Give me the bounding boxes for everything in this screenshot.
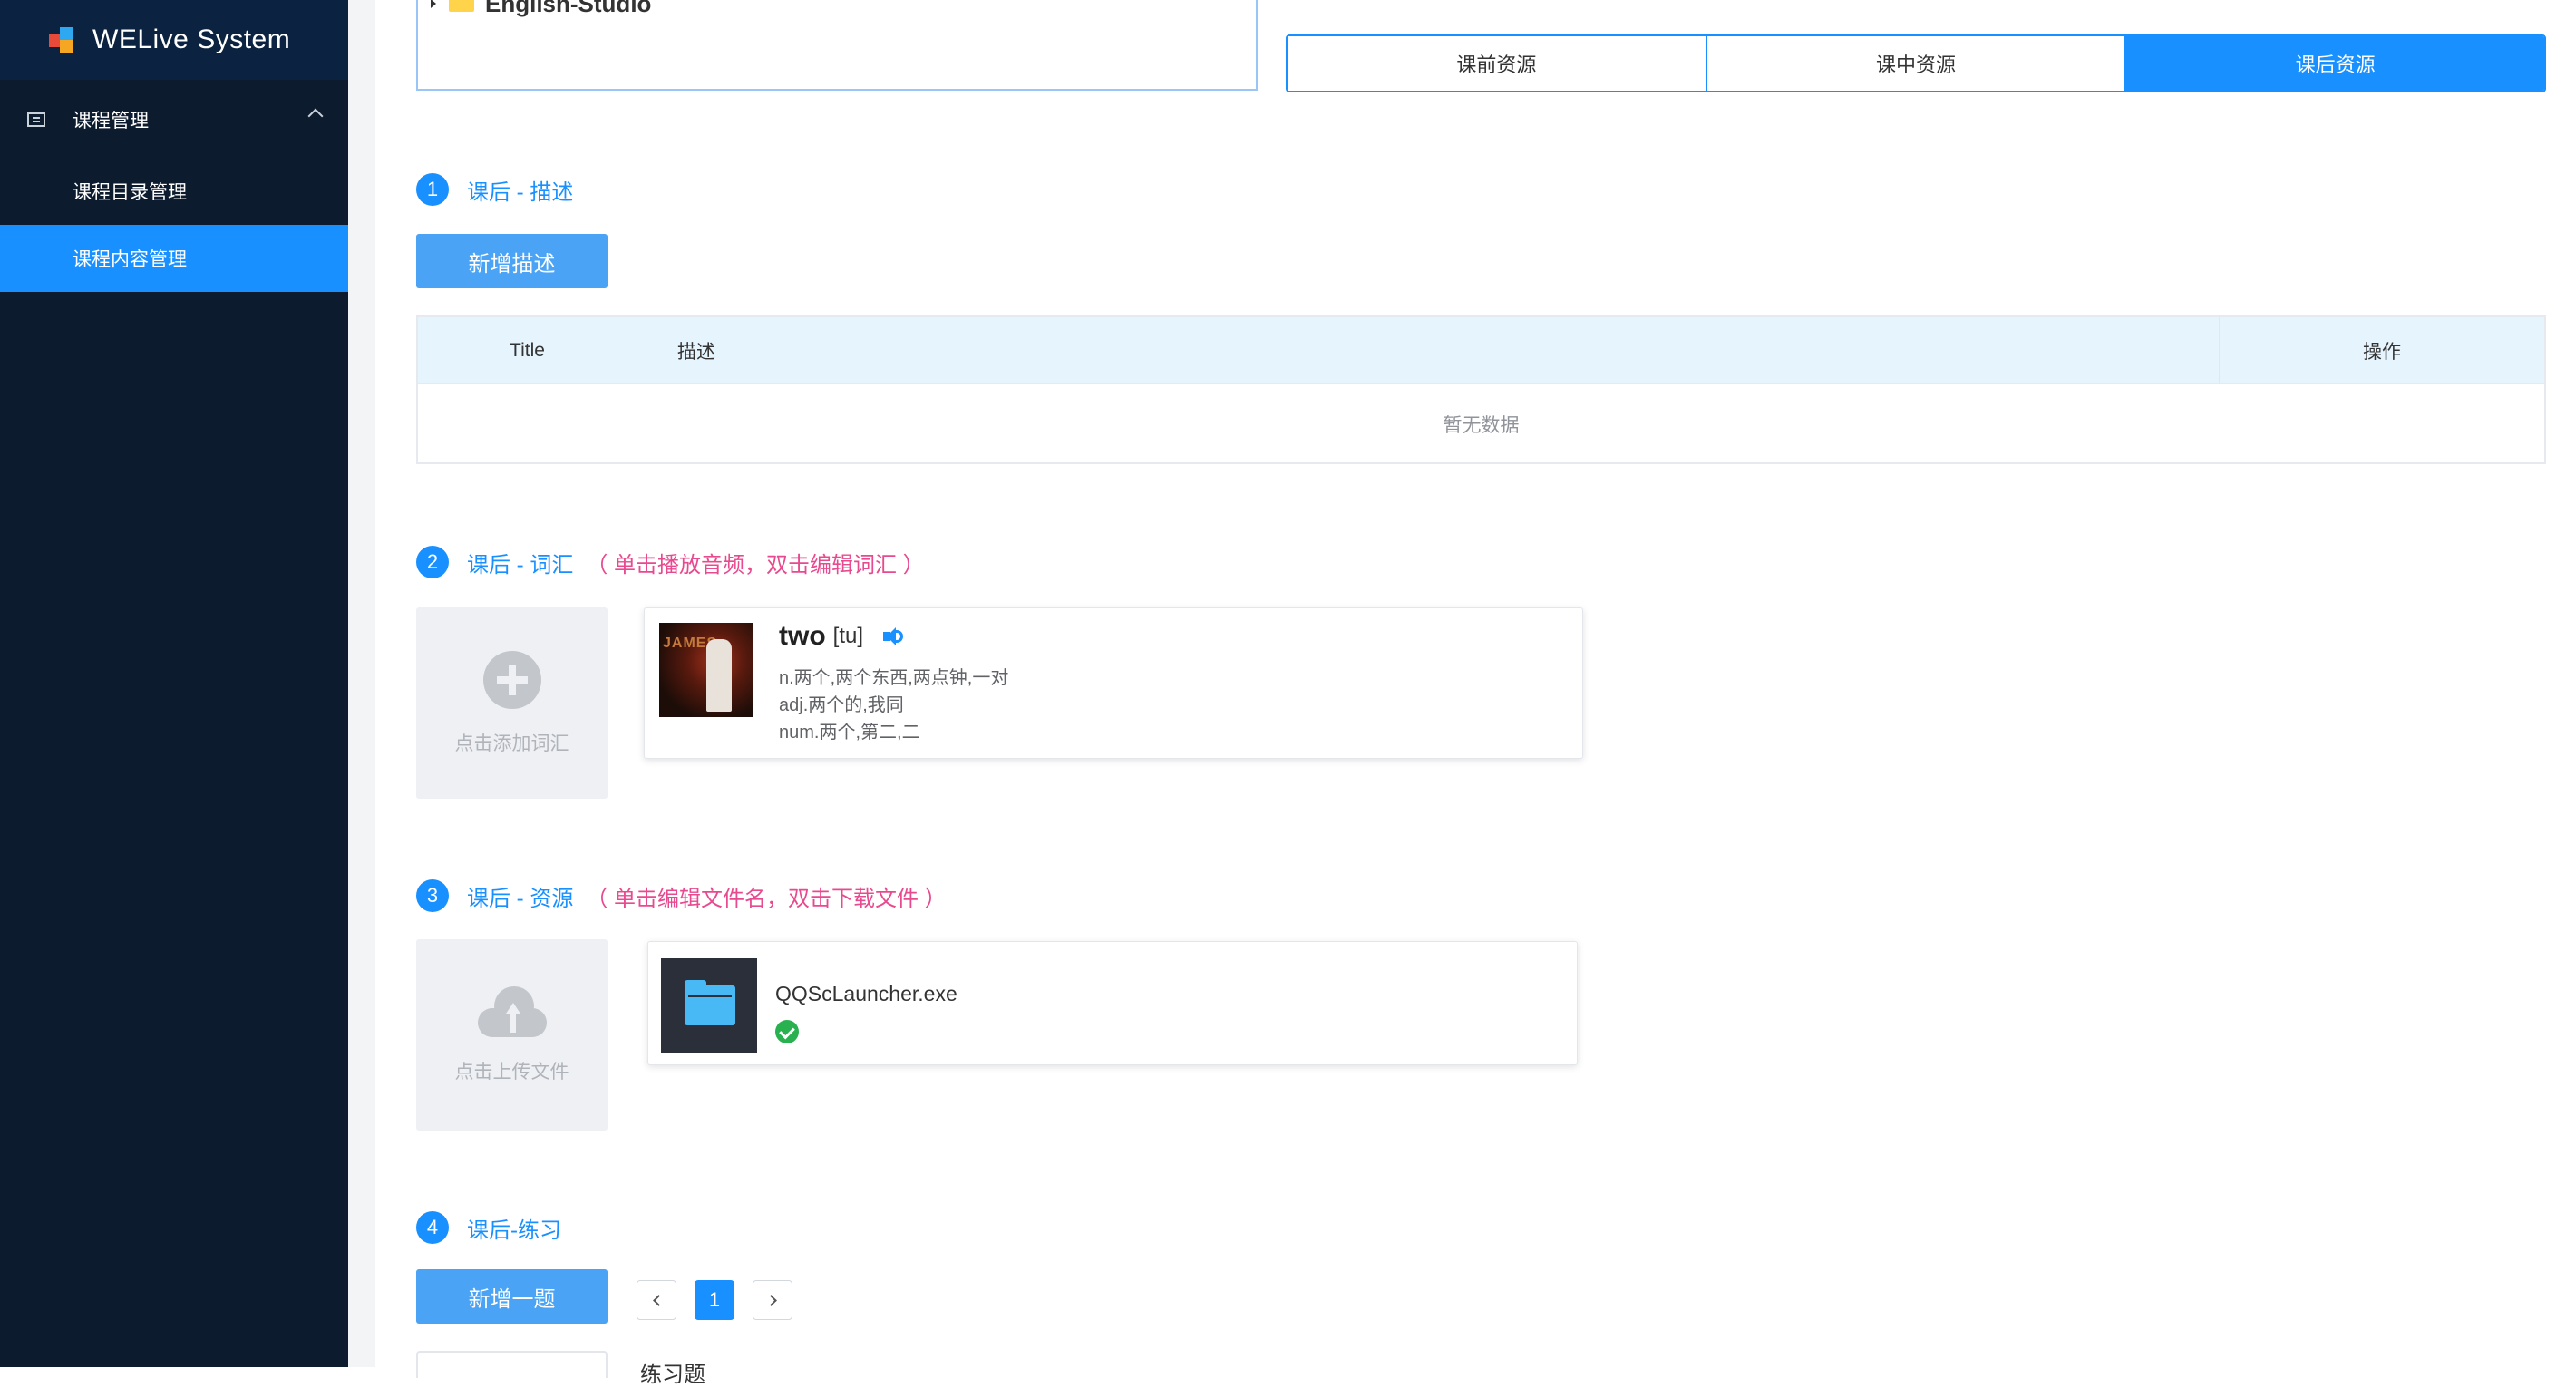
tab-post-class[interactable]: 课后资源 <box>2126 36 2544 91</box>
chevron-up-icon <box>307 108 324 124</box>
tab-pre-class[interactable]: 课前资源 <box>1288 36 1707 91</box>
section-resource-header: 3 课后 - 资源 （ 单击编辑文件名，双击下载文件 ） <box>416 879 947 912</box>
gutter <box>348 0 375 1367</box>
upload-file-tile[interactable]: 点击上传文件 <box>416 939 608 1131</box>
section-hint: （ 单击播放音频，双击编辑词汇 ） <box>586 552 925 578</box>
step-number: 1 <box>416 173 449 206</box>
sidebar: WELive System 课程管理 课程目录管理 课程内容管理 <box>0 0 348 1367</box>
resource-tabs: 课前资源 课中资源 课后资源 <box>1286 34 2546 92</box>
column-header-actions: 操作 <box>2363 341 2401 363</box>
description-table: Title 描述 操作 暂无数据 <box>416 315 2546 464</box>
vocab-word-row: two [tu] <box>779 621 909 652</box>
column-header-description: 描述 <box>637 317 2220 383</box>
course-tree: English-Studio <box>416 0 1258 91</box>
pagination: 1 <box>637 1280 811 1320</box>
sidebar-item-content[interactable]: 课程内容管理 <box>0 225 348 292</box>
vocab-meanings: n.两个,两个东西,两点钟,一对 adj.两个的,我同 num.两个,第二,二 <box>779 665 1008 746</box>
folder-icon <box>449 0 474 12</box>
column-header-title: Title <box>418 317 637 383</box>
plus-circle-icon <box>482 650 541 709</box>
vocab-card[interactable]: JAMES two [tu] n.两个,两个东西,两点钟,一对 adj.两个的,… <box>644 607 1583 759</box>
step-number: 2 <box>416 546 449 578</box>
prev-page-button[interactable] <box>637 1280 676 1320</box>
cloud-upload-icon <box>477 985 547 1037</box>
vocab-image: JAMES <box>659 623 753 717</box>
next-page-button[interactable] <box>753 1280 792 1320</box>
tree-node[interactable]: English-Studio <box>431 0 652 17</box>
section-description-header: 1 课后 - 描述 <box>416 173 573 206</box>
step-number: 4 <box>416 1211 449 1244</box>
exercise-label: 练习题 <box>640 1363 705 1387</box>
sidebar-item-label: 课程目录管理 <box>73 182 187 203</box>
folder-icon <box>661 958 757 1053</box>
section-title: 课后 - 资源 <box>467 886 574 911</box>
sidebar-item-catalog[interactable]: 课程目录管理 <box>0 158 348 225</box>
meaning-line: adj.两个的,我同 <box>779 695 904 715</box>
section-title: 课后-练习 <box>467 1218 561 1243</box>
chevron-left-icon <box>652 1294 665 1306</box>
table-header: Title 描述 操作 <box>418 317 2544 384</box>
chevron-right-icon <box>764 1294 777 1306</box>
meaning-line: n.两个,两个东西,两点钟,一对 <box>779 668 1009 688</box>
exercise-tile[interactable] <box>416 1351 608 1378</box>
empty-text: 暂无数据 <box>1443 415 1520 436</box>
check-circle-icon <box>775 1020 799 1043</box>
section-exercise-header: 4 课后-练习 <box>416 1211 561 1244</box>
caret-right-icon[interactable] <box>431 0 436 8</box>
file-card[interactable]: QQScLauncher.exe <box>647 941 1578 1065</box>
tab-in-class[interactable]: 课中资源 <box>1706 36 2127 91</box>
file-name[interactable]: QQScLauncher.exe <box>775 982 957 1006</box>
section-vocab-header: 2 课后 - 词汇 （ 单击播放音频，双击编辑词汇 ） <box>416 546 925 578</box>
vocab-word: two <box>779 621 826 651</box>
menu-group-label: 课程管理 <box>73 111 149 131</box>
menu-icon <box>27 112 45 127</box>
step-number: 3 <box>416 879 449 912</box>
add-vocab-label: 点击添加词汇 <box>454 733 569 754</box>
add-question-button[interactable]: 新增一题 <box>416 1269 608 1324</box>
meaning-line: num.两个,第二,二 <box>779 723 920 743</box>
app-title: WELive System <box>92 24 291 54</box>
brand[interactable]: WELive System <box>0 0 348 80</box>
add-description-button[interactable]: 新增描述 <box>416 234 608 288</box>
menu-group-course[interactable]: 课程管理 <box>0 87 348 152</box>
upload-label: 点击上传文件 <box>454 1061 569 1082</box>
tree-node-label: English-Studio <box>485 0 652 17</box>
vocab-phonetic: [tu] <box>832 624 864 648</box>
sidebar-item-label: 课程内容管理 <box>73 249 187 270</box>
logo-icon <box>49 25 78 54</box>
speaker-icon[interactable] <box>883 626 909 647</box>
section-title: 课后 - 词汇 <box>467 552 574 578</box>
section-hint: （ 单击编辑文件名，双击下载文件 ） <box>586 886 947 911</box>
page-number[interactable]: 1 <box>695 1280 734 1320</box>
add-vocab-tile[interactable]: 点击添加词汇 <box>416 607 608 799</box>
section-title: 课后 - 描述 <box>467 180 574 205</box>
